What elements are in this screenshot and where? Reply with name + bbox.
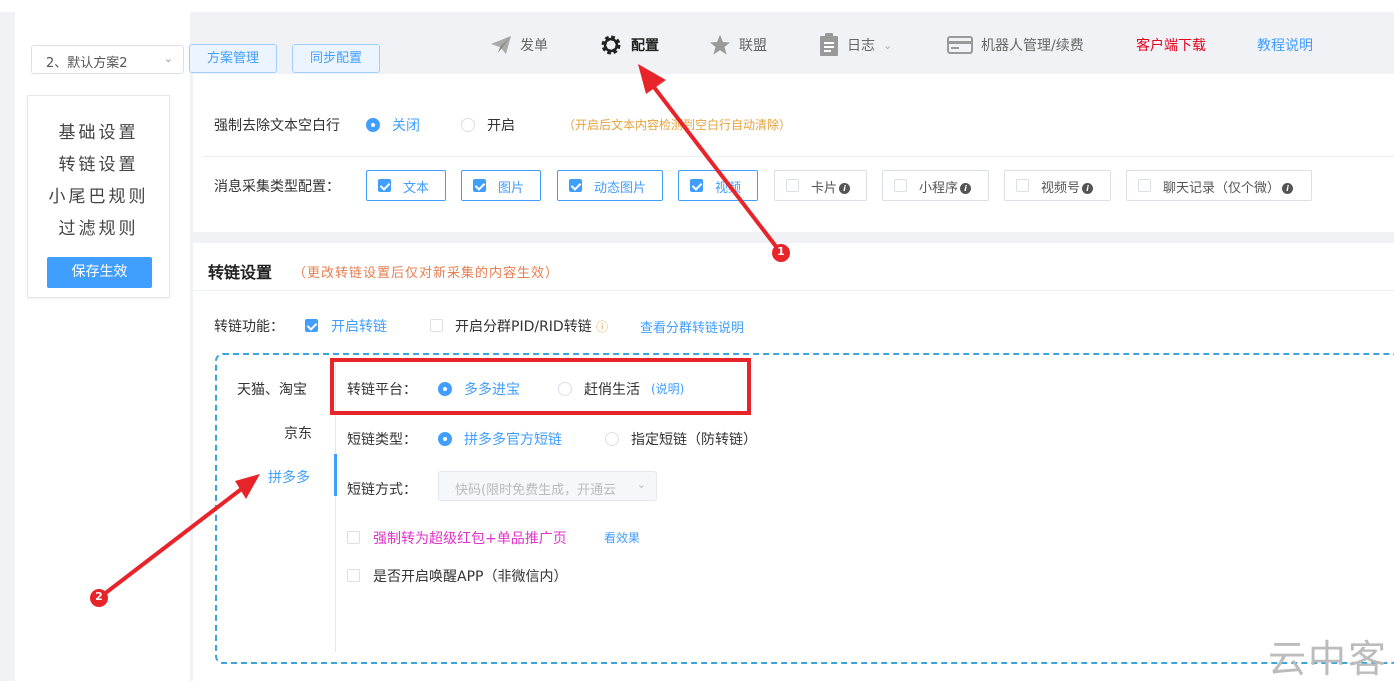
- annotation-arrows: [90, 64, 790, 607]
- annotation-badge-2: 2: [95, 590, 103, 603]
- watermark: 云中客: [1268, 637, 1389, 681]
- annotation-badge-1: 1: [777, 245, 785, 258]
